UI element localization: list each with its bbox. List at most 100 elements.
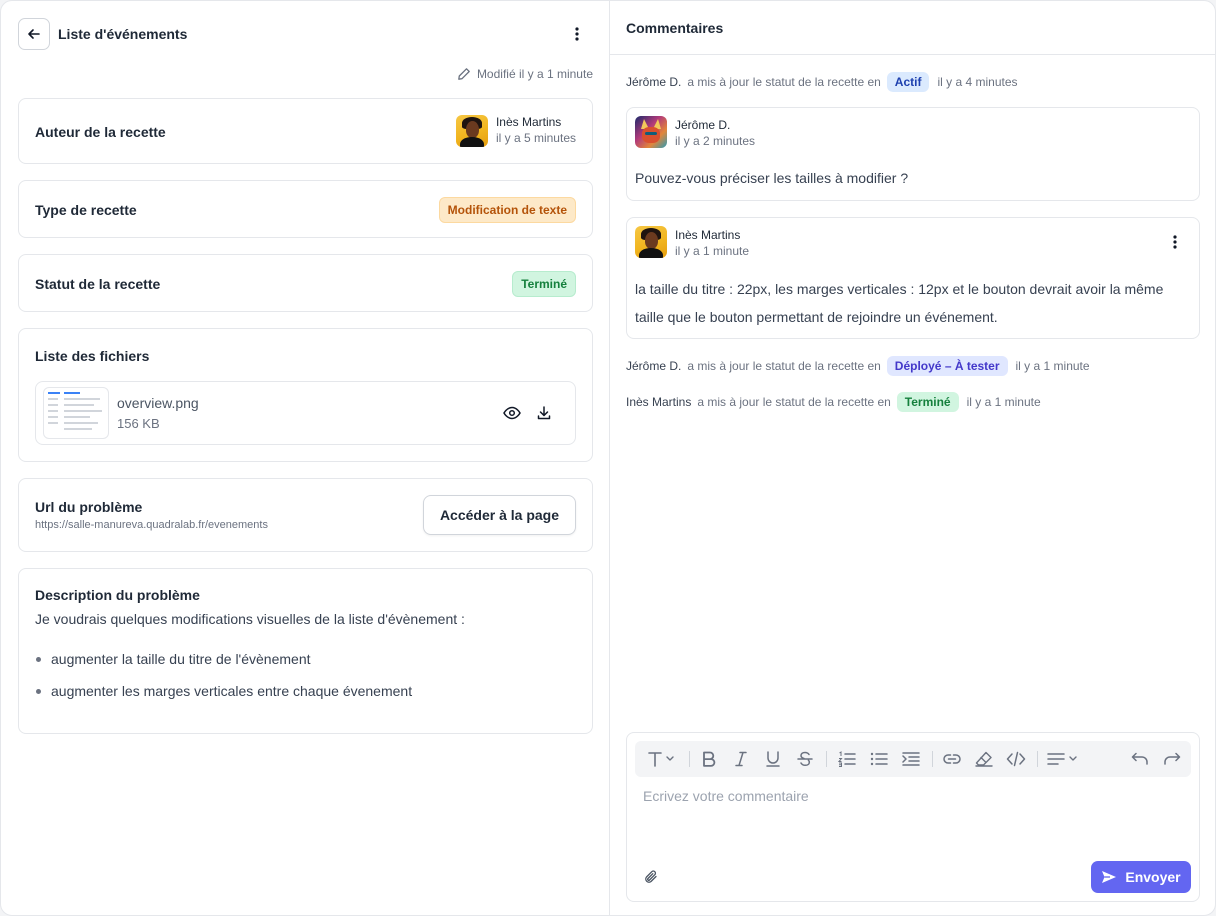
open-page-button[interactable]: Accéder à la page xyxy=(422,495,576,535)
file-size: 156 KB xyxy=(117,416,160,431)
comment: Jérôme D. il y a 2 minutes Pouvez-vous p… xyxy=(626,107,1200,201)
indent-button[interactable] xyxy=(899,747,923,771)
strikethrough-icon xyxy=(797,751,813,767)
recipe-type-badge: Modification de texte xyxy=(438,197,576,223)
author-name: Inès Martins xyxy=(495,115,562,129)
activity-time: il y a 1 minute xyxy=(1015,359,1090,373)
author-info: Inès Martins il y a 5 minutes xyxy=(455,115,576,147)
paperclip-icon xyxy=(645,870,657,883)
comment-input[interactable]: Ecrivez votre commentaire xyxy=(643,788,809,804)
recipe-type-card: Type de recette Modification de texte xyxy=(18,180,593,238)
avatar xyxy=(635,226,667,258)
recipe-status-card: Statut de la recette Terminé xyxy=(18,254,593,312)
link-button[interactable] xyxy=(940,747,964,771)
ordered-list-icon xyxy=(838,751,856,767)
editor-toolbar xyxy=(635,741,1191,777)
send-button[interactable]: Envoyer xyxy=(1091,861,1191,893)
comment-text: la taille du titre : 22px, les marges ve… xyxy=(635,275,1163,331)
indent-icon xyxy=(902,752,920,766)
comment: Inès Martins il y a 1 minute la taille d… xyxy=(626,217,1200,339)
link-icon xyxy=(943,754,961,764)
activity-item: Inès Martins a mis à jour le statut de l… xyxy=(626,391,1041,413)
description-label: Description du problème xyxy=(35,587,200,603)
comment-editor: Ecrivez votre commentaire Envoyer xyxy=(626,732,1200,902)
eye-icon xyxy=(503,406,521,420)
files-card: Liste des fichiers overview.png 156 KB xyxy=(18,328,593,462)
activity-text: a mis à jour le statut de la recette en xyxy=(687,359,881,373)
undo-button[interactable] xyxy=(1128,747,1152,771)
bullet-list-button[interactable] xyxy=(867,747,891,771)
text-style-button[interactable] xyxy=(643,747,679,771)
file-thumbnail xyxy=(43,387,109,439)
undo-icon xyxy=(1131,752,1148,765)
status-badge: Déployé – À tester xyxy=(886,356,1008,376)
bold-button[interactable] xyxy=(697,747,721,771)
arrow-left-icon xyxy=(28,29,40,39)
highlight-icon xyxy=(975,751,993,767)
author-time: il y a 5 minutes xyxy=(495,131,576,145)
avatar xyxy=(635,116,667,148)
activity-item: Jérôme D. a mis à jour le statut de la r… xyxy=(626,355,1090,377)
italic-button[interactable] xyxy=(729,747,753,771)
comment-text-line: la taille du titre : 22px, les marges ve… xyxy=(635,281,1164,297)
status-badge: Terminé xyxy=(512,271,576,297)
comment-time: il y a 2 minutes xyxy=(675,134,756,148)
pencil-icon xyxy=(458,68,470,80)
app-frame: Liste d'événements Modifié il y a 1 minu… xyxy=(0,0,1216,916)
text-style-icon xyxy=(648,752,674,767)
activity-user: Jérôme D. xyxy=(626,75,682,89)
comment-header: Inès Martins il y a 1 minute xyxy=(635,226,749,259)
underline-button[interactable] xyxy=(761,747,785,771)
modified-text: Modifié il y a 1 minute xyxy=(476,67,593,81)
italic-icon xyxy=(735,751,747,767)
description-list: augmenter la taille du titre de l'évènem… xyxy=(35,649,412,713)
list-item: augmenter la taille du titre de l'évènem… xyxy=(35,649,412,681)
comment-author: Inès Martins xyxy=(675,228,741,242)
recipe-detail-panel: Liste d'événements Modifié il y a 1 minu… xyxy=(1,1,610,915)
preview-file-button[interactable] xyxy=(500,401,524,425)
recipe-type-label: Type de recette xyxy=(35,202,137,218)
description-card: Description du problème Je voudrais quel… xyxy=(18,568,593,734)
problem-url-card: Url du problème https://salle-manureva.q… xyxy=(18,478,593,552)
dots-vertical-icon xyxy=(1173,235,1177,249)
problem-url-text: https://salle-manureva.quadralab.fr/even… xyxy=(35,519,268,531)
highlight-button[interactable] xyxy=(972,747,996,771)
redo-icon xyxy=(1164,752,1181,765)
attach-button[interactable] xyxy=(639,865,663,889)
dots-vertical-icon xyxy=(575,27,579,41)
modified-info: Modifié il y a 1 minute xyxy=(457,67,593,81)
bullet-list-icon xyxy=(870,752,888,766)
file-item: overview.png 156 KB xyxy=(35,381,576,445)
author-label: Auteur de la recette xyxy=(35,124,166,140)
activity-user: Inès Martins xyxy=(626,395,692,409)
send-icon xyxy=(1102,871,1117,883)
avatar xyxy=(455,115,488,147)
strikethrough-button[interactable] xyxy=(793,747,817,771)
author-card: Auteur de la recette Inès Martins il y a… xyxy=(18,98,593,164)
bold-icon xyxy=(703,751,716,767)
file-name: overview.png xyxy=(117,395,199,411)
status-badge: Actif xyxy=(886,72,930,92)
activity-text: a mis à jour le statut de la recette en xyxy=(697,395,891,409)
download-file-button[interactable] xyxy=(532,401,556,425)
activity-time: il y a 1 minute xyxy=(966,395,1041,409)
comments-header: Commentaires xyxy=(610,1,1215,55)
comment-time: il y a 1 minute xyxy=(675,244,750,258)
ordered-list-button[interactable] xyxy=(835,747,859,771)
recipe-status-label: Statut de la recette xyxy=(35,276,161,292)
problem-url-label: Url du problème xyxy=(35,499,143,515)
activity-user: Jérôme D. xyxy=(626,359,682,373)
comment-text: Pouvez-vous préciser les tailles à modif… xyxy=(635,170,909,186)
more-options-button[interactable] xyxy=(567,24,587,44)
download-icon xyxy=(537,406,551,420)
align-icon xyxy=(1047,753,1077,765)
comments-title: Commentaires xyxy=(626,20,724,36)
comment-text-line: taille que le bouton permettant de rejoi… xyxy=(635,309,998,325)
align-button[interactable] xyxy=(1045,747,1081,771)
files-label: Liste des fichiers xyxy=(35,348,150,364)
back-button[interactable] xyxy=(18,18,50,50)
code-button[interactable] xyxy=(1004,747,1028,771)
comment-options-button[interactable] xyxy=(1165,232,1185,252)
activity-text: a mis à jour le statut de la recette en xyxy=(687,75,881,89)
redo-button[interactable] xyxy=(1160,747,1184,771)
